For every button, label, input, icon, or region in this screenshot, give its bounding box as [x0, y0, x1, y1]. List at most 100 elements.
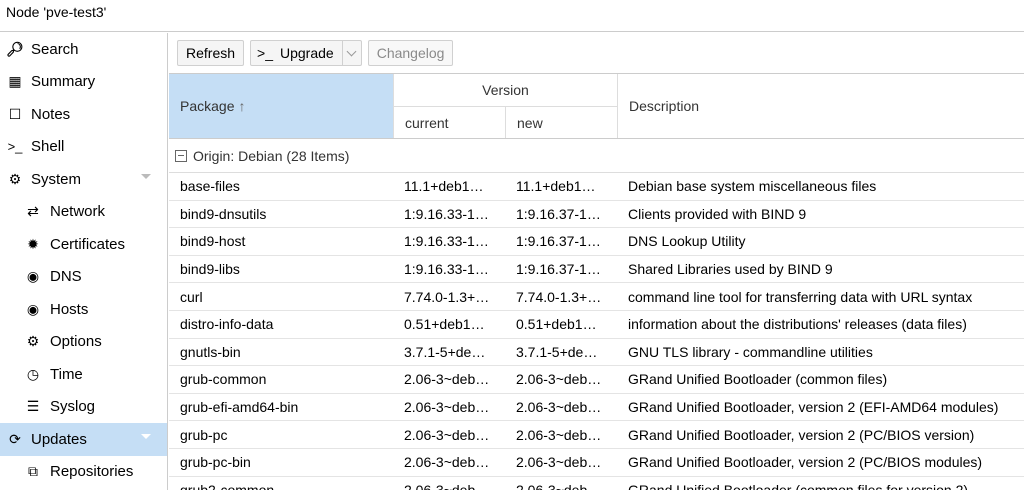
files-icon: ⧉ [28, 463, 38, 480]
table-row[interactable]: grub-pc 2.06-3~deb… 2.06-3~deb… GRand Unifi… [169, 421, 1024, 449]
description-cell: GRand Unified Bootloader, version 2 (PC/… [628, 454, 983, 471]
sidebar-item-label: Network [50, 203, 106, 221]
description-cell: information about the distributions' rel… [628, 316, 967, 333]
current-version-cell: 2.06-3~deb… [404, 371, 490, 388]
sidebar-item-options[interactable]: ⚙ Options [0, 326, 167, 359]
description-cell: GNU TLS library - commandline utilities [628, 343, 873, 360]
sidebar-item-syslog[interactable]: ☰ Syslog [0, 391, 167, 424]
new-version-cell: 7.74.0-1.3+… [516, 288, 602, 305]
column-header-description[interactable]: Description [617, 74, 1024, 138]
collapse-caret-icon[interactable] [141, 434, 151, 439]
sidebar-item-notes[interactable]: ☐ Notes [0, 98, 167, 131]
chevron-down-icon[interactable] [341, 41, 361, 65]
sidebar-item-label: System [31, 170, 82, 188]
new-version-cell: 2.06-3~deb… [516, 371, 602, 388]
package-cell: gnutls-bin [180, 343, 241, 360]
new-version-cell: 11.1+deb1… [516, 178, 596, 195]
table-row[interactable]: base-files 11.1+deb1… 11.1+deb1… Debian bas… [169, 173, 1024, 201]
package-cell: grub-efi-amd64-bin [180, 399, 299, 416]
upgrade-button-main[interactable]: >_ Upgrade [251, 45, 342, 61]
sort-ascending-icon: ↑ [238, 98, 246, 114]
sidebar-item-repositories[interactable]: ⧉ Repositories [0, 456, 167, 489]
current-version-cell: 2.06-3~deb… [404, 426, 490, 443]
current-version-cell: 2.06-3~deb… [404, 454, 490, 471]
package-cell: bind9-dnsutils [180, 205, 267, 222]
column-header-new[interactable]: new [505, 107, 617, 138]
sidebar-item-label: Syslog [50, 398, 96, 416]
sidebar-item-label: Time [50, 365, 83, 383]
new-version-cell: 2.06-3~deb… [516, 426, 602, 443]
terminal-icon: >_ [257, 45, 273, 61]
current-version-cell: 1:9.16.33-1… [404, 261, 489, 278]
table-row[interactable]: curl 7.74.0-1.3+… 7.74.0-1.3+… command line… [169, 283, 1024, 311]
upgrade-button-label: Upgrade [280, 45, 334, 61]
toolbar: Refresh >_ Upgrade Changelog [169, 33, 1024, 73]
column-header-current[interactable]: current [393, 107, 505, 138]
sidebar-item-system[interactable]: ⚙ System [0, 163, 167, 196]
sidebar-item-label: Options [50, 333, 102, 351]
table-row[interactable]: grub-common 2.06-3~deb… 2.06-3~deb… GRand U… [169, 366, 1024, 394]
package-cell: bind9-libs [180, 261, 240, 278]
refresh-icon: ⟳ [9, 430, 21, 447]
package-cell: bind9-host [180, 233, 246, 250]
changelog-button[interactable]: Changelog [367, 40, 454, 66]
sidebar-item-label: Summary [31, 73, 96, 91]
sidebar-item-label: Repositories [50, 463, 134, 481]
group-label: Origin: Debian (28 Items) [193, 147, 350, 164]
table-row[interactable]: grub-efi-amd64-bin 2.06-3~deb… 2.06-3~deb…… [169, 394, 1024, 422]
new-version-cell: 2.06-3~deb… [516, 399, 602, 416]
search-icon: 🔎︎ [6, 40, 24, 57]
table-row[interactable]: bind9-host 1:9.16.33-1… 1:9.16.37-1… DNS Lo… [169, 228, 1024, 256]
sidebar-item-network[interactable]: ⇄ Network [0, 196, 167, 229]
sidebar-item-label: Notes [31, 105, 71, 123]
new-version-cell: 1:9.16.37-1… [516, 205, 601, 222]
sidebar-item-search[interactable]: 🔎︎ Search [0, 33, 167, 66]
sidebar-item-label: Search [31, 40, 79, 58]
sidebar-item-summary[interactable]: ▦ Summary [0, 66, 167, 99]
current-version-cell: 1:9.16.33-1… [404, 233, 489, 250]
sidebar-item-certificates[interactable]: ✹ Certificates [0, 228, 167, 261]
current-version-cell: 3.7.1-5+de… [404, 343, 486, 360]
new-version-cell: 2.06-3~deb… [516, 454, 602, 471]
sidebar-item-label: Updates [31, 430, 87, 448]
sidebar-item-label: Certificates [50, 235, 126, 253]
sidebar-item-updates[interactable]: ⟳ Updates [0, 423, 167, 456]
upgrade-button[interactable]: >_ Upgrade [250, 40, 362, 66]
refresh-button[interactable]: Refresh [177, 40, 245, 66]
list-icon: ☰ [26, 398, 40, 415]
group-header[interactable]: Origin: Debian (28 Items) [169, 139, 1024, 173]
sidebar: 🔎︎ Search ▦ Summary ☐ Notes >_ Shell ⚙ S… [0, 33, 168, 490]
table-row[interactable]: bind9-libs 1:9.16.33-1… 1:9.16.37-1… Shared… [169, 256, 1024, 284]
sidebar-item-shell[interactable]: >_ Shell [0, 131, 167, 164]
column-header-package[interactable]: Package ↑ [169, 74, 393, 138]
table-row[interactable]: bind9-dnsutils 1:9.16.33-1… 1:9.16.37-1… Cl… [169, 201, 1024, 229]
package-cell: distro-info-data [180, 316, 274, 333]
window-title: Node 'pve-test3' [0, 0, 1024, 32]
column-header-label: Package [180, 98, 235, 114]
sidebar-item-hosts[interactable]: ◉ Hosts [0, 293, 167, 326]
table-row[interactable]: grub2-common 2.06-3~deb… 2.06-3~deb… GRand … [169, 477, 1024, 490]
clock-icon: ◷ [26, 365, 40, 382]
current-version-cell: 7.74.0-1.3+… [404, 288, 490, 305]
new-version-cell: 3.7.1-5+de… [516, 343, 598, 360]
description-cell: Debian base system miscellaneous files [628, 178, 877, 195]
sidebar-item-dns[interactable]: ◉ DNS [0, 261, 167, 294]
collapse-icon[interactable] [175, 149, 187, 162]
globe-icon: ◉ [26, 268, 40, 285]
collapse-caret-icon[interactable] [141, 174, 151, 179]
description-cell: GRand Unified Bootloader, version 2 (EFI… [628, 399, 999, 416]
updates-panel: Refresh >_ Upgrade Changelog Package ↑ V… [169, 33, 1024, 490]
current-version-cell: 2.06-3~deb… [404, 481, 490, 490]
table-row[interactable]: gnutls-bin 3.7.1-5+de… 3.7.1-5+de… GNU TLS … [169, 339, 1024, 367]
grid-header: Package ↑ Version current new Descriptio… [169, 73, 1024, 139]
gear-icon: ⚙ [26, 333, 40, 350]
current-version-cell: 11.1+deb1… [404, 178, 484, 195]
exchange-icon: ⇄ [27, 203, 39, 220]
table-row[interactable]: distro-info-data 0.51+deb1… 0.51+deb1… info… [169, 311, 1024, 339]
table-row[interactable]: grub-pc-bin 2.06-3~deb… 2.06-3~deb… GRand U… [169, 449, 1024, 477]
grid-body: base-files 11.1+deb1… 11.1+deb1… Debian bas… [169, 173, 1024, 490]
package-cell: base-files [180, 178, 240, 195]
sidebar-item-label: DNS [50, 268, 82, 286]
cogs-icon: ⚙ [8, 170, 22, 187]
sidebar-item-time[interactable]: ◷ Time [0, 358, 167, 391]
